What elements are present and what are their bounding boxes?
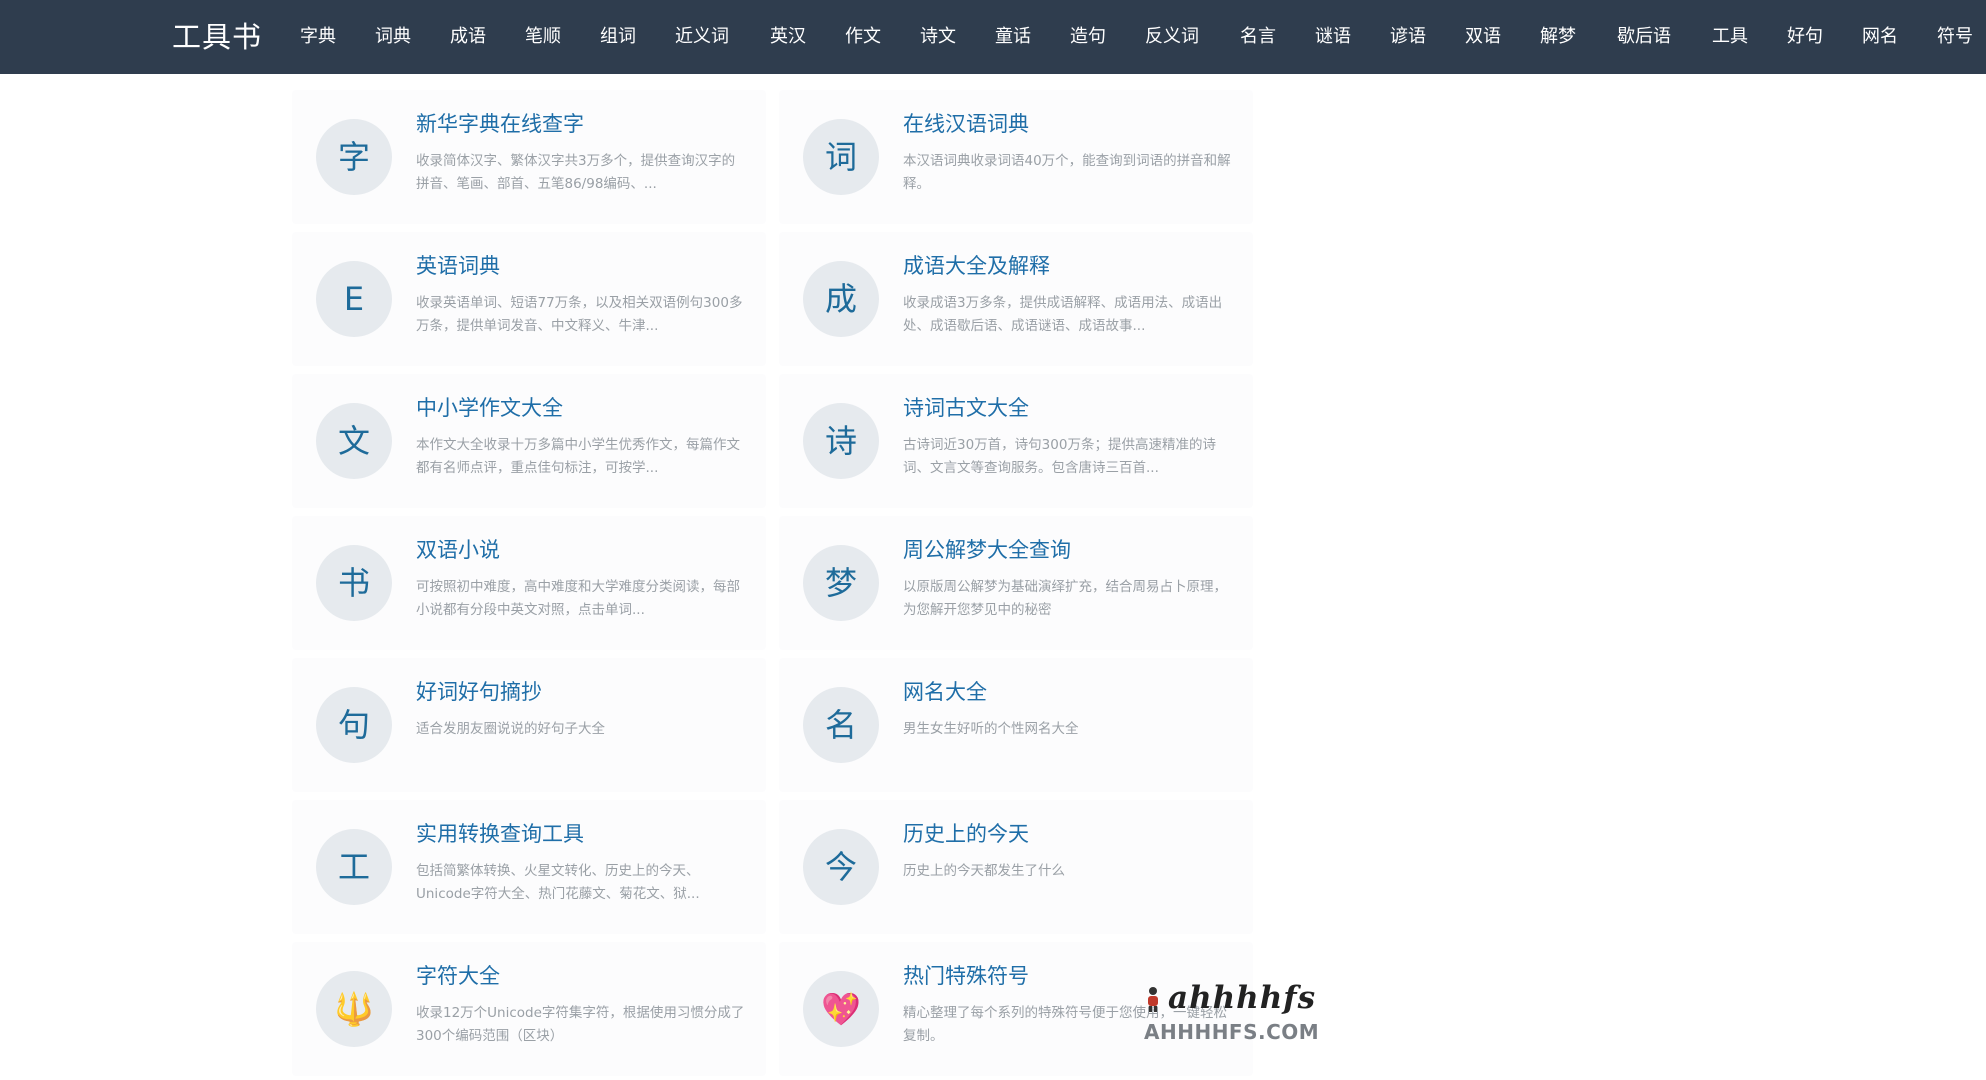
card-title-link[interactable]: 实用转换查询工具 — [416, 819, 756, 849]
nav-item[interactable]: 网名 — [1862, 0, 1898, 74]
nav-item[interactable]: 双语 — [1465, 0, 1501, 74]
card-description: 历史上的今天都发生了什么 — [903, 863, 1065, 879]
card-title-link[interactable]: 新华字典在线查字 — [416, 109, 756, 139]
card-description: 以原版周公解梦为基础演绎扩充，结合周易占卜原理，为您解开您梦见中的秘密 — [903, 579, 1227, 618]
nav-item[interactable]: 童话 — [995, 0, 1031, 74]
card-icon: 文 — [316, 403, 392, 479]
card-title-link[interactable]: 好词好句摘抄 — [416, 677, 756, 707]
watermark: ahhhhfs AHHHHFS.COM — [1140, 980, 1330, 1050]
tool-card[interactable]: 字新华字典在线查字收录简体汉字、繁体汉字共3万多个，提供查询汉字的拼音、笔画、部… — [292, 90, 766, 224]
card-icon: E — [316, 261, 392, 337]
card-title-link[interactable]: 诗词古文大全 — [903, 393, 1243, 423]
nav-item[interactable]: 笔顺 — [525, 0, 561, 74]
tool-card[interactable]: 梦周公解梦大全查询以原版周公解梦为基础演绎扩充，结合周易占卜原理，为您解开您梦见… — [779, 516, 1253, 650]
card-icon: 名 — [803, 687, 879, 763]
watermark-text: AHHHHFS.COM — [1144, 1020, 1320, 1044]
card-title-link[interactable]: 成语大全及解释 — [903, 251, 1243, 281]
nav-item[interactable]: 反义词 — [1145, 0, 1199, 74]
tool-card[interactable]: 词在线汉语词典本汉语词典收录词语40万个，能查询到词语的拼音和解释。 — [779, 90, 1253, 224]
card-description: 收录成语3万多条，提供成语解释、成语用法、成语出处、成语歇后语、成语谜语、成语故… — [903, 295, 1223, 334]
nav-item[interactable]: 组词 — [600, 0, 636, 74]
tool-card[interactable]: 句好词好句摘抄适合发朋友圈说说的好句子大全 — [292, 658, 766, 792]
card-description: 适合发朋友圈说说的好句子大全 — [416, 721, 605, 737]
card-icon: 句 — [316, 687, 392, 763]
card-description: 收录简体汉字、繁体汉字共3万多个，提供查询汉字的拼音、笔画、部首、五笔86/98… — [416, 153, 736, 192]
card-icon: 🔱 — [316, 971, 392, 1047]
card-title-link[interactable]: 在线汉语词典 — [903, 109, 1243, 139]
site-logo[interactable]: 工具书 — [172, 0, 262, 74]
nav-item[interactable]: 符号 — [1937, 0, 1973, 74]
card-description: 本作文大全收录十万多篇中小学生优秀作文，每篇作文都有名师点评，重点佳句标注，可按… — [416, 437, 740, 476]
tool-card[interactable]: 今历史上的今天历史上的今天都发生了什么 — [779, 800, 1253, 934]
card-description: 男生女生好听的个性网名大全 — [903, 721, 1079, 737]
card-icon: 词 — [803, 119, 879, 195]
main-nav: 字典 词典 成语 笔顺 组词 近义词 英汉 作文 诗文 童话 造句 反义词 名言 谜语 谚语 双语 解梦 歇后语工… — [300, 0, 1986, 74]
card-title-link[interactable]: 周公解梦大全查询 — [903, 535, 1243, 565]
nav-item[interactable]: 歇后语 — [1617, 0, 1671, 74]
card-icon: 今 — [803, 829, 879, 905]
nav-item[interactable]: 词典 — [375, 0, 411, 74]
nav-item[interactable]: 字典 — [300, 0, 336, 74]
card-description: 古诗词近30万首，诗句300万条；提供高速精准的诗词、文言文等查询服务。包含唐诗… — [903, 437, 1216, 476]
nav-item[interactable]: 好句 — [1787, 0, 1823, 74]
card-icon: 💖 — [803, 971, 879, 1047]
card-title-link[interactable]: 字符大全 — [416, 961, 756, 991]
card-description: 收录英语单词、短语77万条，以及相关双语例句300多万条，提供单词发音、中文释义… — [416, 295, 743, 334]
card-title-link[interactable]: 双语小说 — [416, 535, 756, 565]
nav-item[interactable]: 谚语 — [1390, 0, 1426, 74]
top-navigation-bar: 工具书 字典 词典 成语 笔顺 组词 近义词 英汉 作文 诗文 童话 造句 反义词 名言 谜语 谚语 双语 解梦… — [0, 0, 1986, 74]
tool-card[interactable]: 文中小学作文大全本作文大全收录十万多篇中小学生优秀作文，每篇作文都有名师点评，重… — [292, 374, 766, 508]
card-icon: 书 — [316, 545, 392, 621]
nav-item[interactable]: 解梦 — [1540, 0, 1576, 74]
tool-card[interactable]: E 英语词典收录英语单词、短语77万条，以及相关双语例句300多万条，提供单词发音… — [292, 232, 766, 366]
nav-item[interactable]: 作文 — [845, 0, 881, 74]
card-description: 可按照初中难度，高中难度和大学难度分类阅读，每部小说都有分段中英文对照，点击单词… — [416, 579, 740, 618]
nav-item[interactable]: 近义词 — [675, 0, 729, 74]
card-icon: 诗 — [803, 403, 879, 479]
card-title-link[interactable]: 网名大全 — [903, 677, 1243, 707]
nav-item[interactable]: 诗文 — [920, 0, 956, 74]
card-title-link[interactable]: 英语词典 — [416, 251, 756, 281]
tool-card[interactable]: 🔱 字符大全收录12万个Unicode字符集字符，根据使用习惯分成了300个编码范… — [292, 942, 766, 1076]
card-description: 本汉语词典收录词语40万个，能查询到词语的拼音和解释。 — [903, 153, 1231, 192]
tool-card[interactable]: 诗诗词古文大全古诗词近30万首，诗句300万条；提供高速精准的诗词、文言文等查询… — [779, 374, 1253, 508]
card-icon: 工 — [316, 829, 392, 905]
card-icon: 梦 — [803, 545, 879, 621]
card-title-link[interactable]: 历史上的今天 — [903, 819, 1243, 849]
card-title-link[interactable]: 中小学作文大全 — [416, 393, 756, 423]
card-icon: 字 — [316, 119, 392, 195]
nav-item[interactable]: 成语 — [450, 0, 486, 74]
nav-item[interactable]: 英汉 — [770, 0, 806, 74]
tool-card[interactable]: 书双语小说可按照初中难度，高中难度和大学难度分类阅读，每部小说都有分段中英文对照… — [292, 516, 766, 650]
nav-item[interactable]: 造句 — [1070, 0, 1106, 74]
watermark-person-icon — [1148, 987, 1158, 1012]
card-icon: 成 — [803, 261, 879, 337]
tool-card[interactable]: 工实用转换查询工具包括简繁体转换、火星文转化、历史上的今天、Unicode字符大… — [292, 800, 766, 934]
nav-item[interactable]: 工具 — [1712, 0, 1748, 74]
card-description: 包括简繁体转换、火星文转化、历史上的今天、Unicode字符大全、热门花藤文、菊… — [416, 863, 700, 902]
card-description: 收录12万个Unicode字符集字符，根据使用习惯分成了300个编码范围（区块） — [416, 1005, 745, 1044]
nav-item[interactable]: 谜语 — [1315, 0, 1351, 74]
nav-item[interactable]: 名言 — [1240, 0, 1276, 74]
tool-card[interactable]: 成成语大全及解释收录成语3万多条，提供成语解释、成语用法、成语出处、成语歇后语、… — [779, 232, 1253, 366]
watermark-logo: ahhhhfs — [1168, 980, 1317, 1016]
tool-card[interactable]: 名网名大全男生女生好听的个性网名大全 — [779, 658, 1253, 792]
